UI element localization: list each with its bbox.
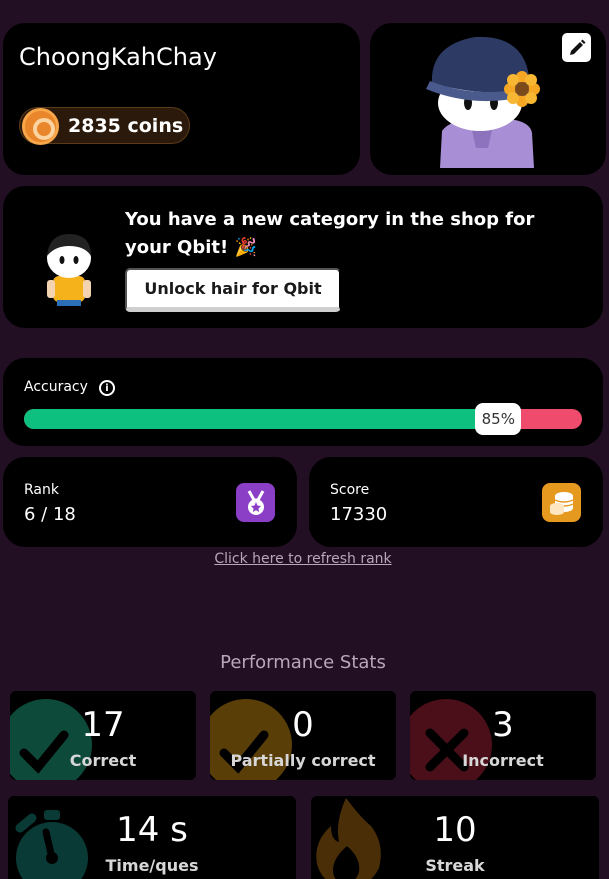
accuracy-progress-fill [24,409,499,429]
pencil-icon [569,39,585,55]
coin-stack-icon [542,483,581,522]
rank-card: Rank 6 / 18 [3,457,297,547]
info-icon[interactable]: i [99,380,115,396]
username: ChoongKahChay [19,43,217,71]
incorrect-label: Incorrect [462,751,544,770]
incorrect-count: 3 [492,705,514,745]
new-category-banner: You have a new category in the shop for … [3,186,603,328]
refresh-rank-link[interactable]: Click here to refresh rank [0,551,606,567]
correct-stat-card: 17 Correct [10,691,196,780]
accuracy-label: Accuracy [24,379,88,395]
streak-stat-card: 10 Streak [311,796,599,879]
rank-label: Rank [24,482,59,498]
score-card: Score 17330 [309,457,603,547]
profile-card: ChoongKahChay 2835 coins [3,23,360,175]
rank-value: 6 / 18 [24,504,76,525]
correct-label: Correct [69,751,137,770]
correct-count: 17 [81,705,125,745]
incorrect-stat-card: 3 Incorrect [410,691,596,780]
score-label: Score [330,482,370,498]
partially-correct-stat-card: 0 Partially correct [210,691,396,780]
time-per-question-value: 14 s [116,810,188,850]
partially-correct-label: Partially correct [230,751,376,770]
unlock-hair-button[interactable]: Unlock hair for Qbit [125,268,341,312]
performance-stats-title: Performance Stats [220,652,386,673]
accuracy-percent: 85% [475,403,522,435]
coin-icon [22,108,59,145]
time-per-question-stat-card: 14 s Time/ques [8,796,296,879]
streak-value: 10 [433,810,477,850]
score-value: 17330 [330,504,388,525]
time-per-question-label: Time/ques [105,856,199,875]
banner-message: You have a new category in the shop for … [125,209,535,258]
qbit-character-illustration [47,234,91,306]
medal-icon [236,483,275,522]
avatar-card [370,23,606,175]
coins-count: 2835 coins [68,115,184,137]
edit-avatar-button[interactable] [562,33,591,62]
partially-correct-count: 0 [292,705,314,745]
streak-label: Streak [425,856,485,875]
accuracy-card: Accuracy i 85% [3,358,603,446]
coins-badge: 2835 coins [19,107,190,145]
